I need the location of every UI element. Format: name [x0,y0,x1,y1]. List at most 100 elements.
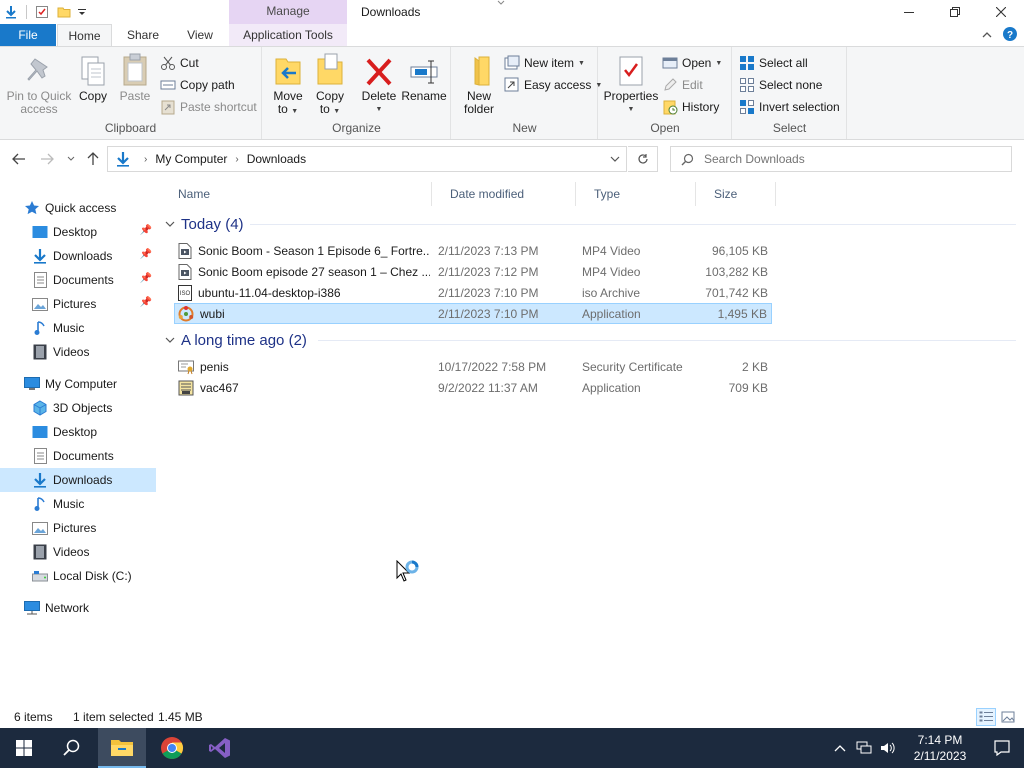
network-tray-icon[interactable] [852,728,876,768]
pin-icon[interactable]: 📌 [140,297,152,308]
new-folder-qat-icon[interactable] [53,1,75,23]
pin-icon[interactable]: 📌 [140,273,152,284]
group-collapse-icon[interactable] [165,219,175,229]
file-row-selected[interactable]: wubi 2/11/2023 7:10 PM Application 1,495… [174,303,772,324]
nav-quick-desktop[interactable]: Desktop 📌 [0,220,156,244]
copy-button[interactable]: Copy [76,53,110,103]
file-row[interactable]: penis 10/17/2022 7:58 PM Security Certif… [174,356,772,377]
delete-button[interactable]: Delete ▼ [361,53,397,116]
chrome-taskbar-icon[interactable] [148,728,196,768]
group-header-long-time-ago[interactable]: A long time ago (2) [165,330,307,350]
properties-button[interactable]: Properties ▼ [603,53,659,116]
nav-videos[interactable]: Videos [0,540,156,564]
help-icon[interactable]: ? [1002,26,1018,45]
breadcrumb-downloads[interactable]: Downloads [247,152,306,166]
breadcrumb-my-computer[interactable]: My Computer [155,152,227,166]
manage-context-tab[interactable]: Manage [229,0,347,24]
tab-application-tools[interactable]: Application Tools [229,24,347,46]
minimize-icon[interactable] [886,0,932,24]
paste-shortcut-button[interactable]: Paste shortcut [160,97,257,117]
breadcrumb-chevron-icon[interactable]: › [235,154,238,165]
edit-button[interactable]: Edit [662,75,703,95]
nav-quick-music[interactable]: Music [0,316,156,340]
nav-quick-videos[interactable]: Videos [0,340,156,364]
tab-home[interactable]: Home [57,24,112,47]
nav-local-disk[interactable]: Local Disk (C:) [0,564,156,588]
copy-path-button[interactable]: Copy path [160,75,235,95]
breadcrumb-chevron-icon[interactable]: › [144,154,147,165]
volume-icon[interactable] [876,728,900,768]
history-button[interactable]: History [662,97,719,117]
copy-to-button[interactable]: Copy to ▼ [313,53,347,118]
file-explorer-taskbar-icon[interactable] [98,728,146,768]
select-none-button[interactable]: Select none [739,75,822,95]
windows-start-icon[interactable] [0,728,48,768]
clock[interactable]: 7:14 PM 2/11/2023 [900,732,980,764]
up-arrow-icon[interactable] [82,146,104,172]
file-row[interactable]: Sonic Boom episode 27 season 1 – Chez ..… [174,261,772,282]
nav-network[interactable]: Network [0,596,156,620]
nav-quick-documents[interactable]: Documents 📌 [0,268,156,292]
column-header-date[interactable]: Date modified [432,182,576,206]
notification-center-icon[interactable] [980,728,1024,768]
customize-qat-icon[interactable] [75,1,89,23]
rename-button[interactable]: Rename [401,53,447,103]
tab-share[interactable]: Share [116,24,170,46]
pin-icon[interactable]: 📌 [140,225,152,236]
address-bar[interactable]: › My Computer › Downloads [107,146,627,172]
nav-quick-access[interactable]: Quick access [0,196,156,220]
nav-3d-objects[interactable]: 3D Objects [0,396,156,420]
video-file-icon [178,242,192,259]
column-header-size[interactable]: Size [696,182,776,206]
nav-desktop[interactable]: Desktop [0,420,156,444]
file-row[interactable]: Sonic Boom - Season 1 Episode 6_ Fortre.… [174,240,772,261]
collapse-ribbon-icon[interactable] [982,28,992,42]
column-header-name[interactable]: Name [160,182,432,206]
close-icon[interactable] [978,0,1024,24]
group-header-today[interactable]: Today (4) [165,214,244,234]
search-input[interactable] [704,152,994,166]
tab-file[interactable]: File [0,24,56,46]
select-all-button[interactable]: Select all [739,53,808,73]
nav-documents[interactable]: Documents [0,444,156,468]
tab-view[interactable]: View [174,24,226,46]
nav-music[interactable]: Music [0,492,156,516]
paste-button[interactable]: Paste [118,53,152,103]
pin-to-quick-access-button[interactable]: Pin to Quick access [6,53,72,116]
large-icons-view-icon[interactable] [998,708,1018,726]
nav-quick-pictures[interactable]: Pictures 📌 [0,292,156,316]
back-arrow-icon[interactable] [8,146,30,172]
recent-locations-icon[interactable] [64,146,78,172]
properties-qat-icon[interactable] [31,1,53,23]
nav-quick-downloads[interactable]: Downloads 📌 [0,244,156,268]
column-header-type[interactable]: Type [576,182,696,206]
search-taskbar-icon[interactable] [48,728,96,768]
cut-button[interactable]: Cut [160,53,199,73]
nav-pictures[interactable]: Pictures [0,516,156,540]
refresh-icon[interactable] [628,146,658,172]
forward-arrow-icon[interactable] [36,146,58,172]
nav-downloads[interactable]: Downloads [0,468,156,492]
group-collapse-icon[interactable] [165,335,175,345]
downloads-arrow-icon[interactable] [0,1,22,23]
open-button[interactable]: Open ▼ [662,53,722,73]
address-dropdown-icon[interactable] [610,147,620,171]
open-dropdown-icon: ▼ [715,59,723,67]
file-row[interactable]: vac467 9/2/2022 11:37 AM Application 709… [174,377,772,398]
search-box[interactable] [670,146,1012,172]
pin-icon[interactable]: 📌 [140,249,152,260]
visual-studio-taskbar-icon[interactable] [196,728,244,768]
new-folder-button[interactable]: New folder [460,53,498,116]
easy-access-button[interactable]: Easy access ▼ [504,75,602,95]
details-view-icon[interactable] [976,708,996,726]
move-to-button[interactable]: Move to ▼ [271,53,305,118]
show-hidden-icons-icon[interactable] [828,728,852,768]
new-item-button[interactable]: New item ▼ [504,53,585,73]
file-size: 709 KB [728,380,768,395]
file-size: 2 KB [741,359,768,374]
file-row[interactable]: ISO ubuntu-11.04-desktop-i386 2/11/2023 … [174,282,772,303]
nav-my-computer[interactable]: My Computer [0,372,156,396]
invert-selection-button[interactable]: Invert selection [739,97,840,117]
restore-icon[interactable] [932,0,978,24]
rename-label: Rename [401,89,447,103]
